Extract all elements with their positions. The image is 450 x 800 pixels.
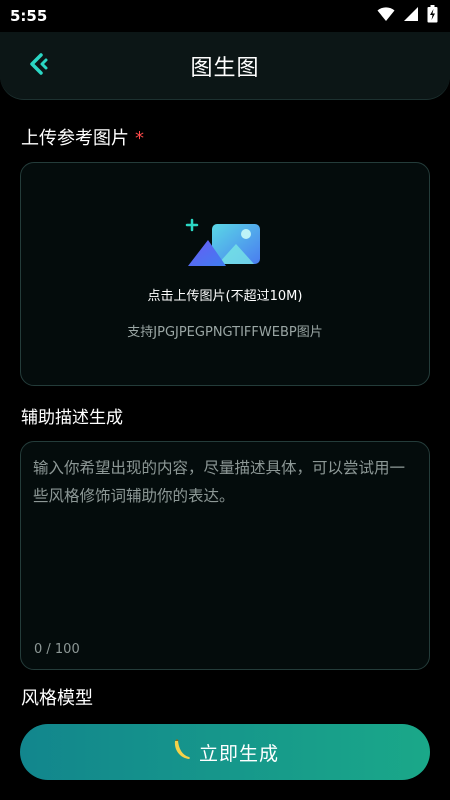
description-textarea[interactable]: 输入你希望出现的内容，尽量描述具体，可以尝试用一些风格修饰词辅助你的表达。 0 … xyxy=(20,441,430,670)
upload-section-label: 上传参考图片 * xyxy=(21,124,144,150)
description-placeholder: 输入你希望出现的内容，尽量描述具体，可以尝试用一些风格修饰词辅助你的表达。 xyxy=(33,459,406,505)
upload-format-hint: 支持JPGJPEGPNGTIFFWEBP图片 xyxy=(127,325,323,340)
status-icons xyxy=(377,5,438,27)
battery-charging-icon xyxy=(427,5,438,27)
required-mark: * xyxy=(135,128,144,149)
character-counter: 0 / 100 xyxy=(34,642,80,657)
upload-main-text: 点击上传图片(不超过10M) xyxy=(147,289,303,304)
upload-label-text: 上传参考图片 xyxy=(21,128,129,149)
style-model-label: 风格模型 xyxy=(21,688,93,709)
status-bar: 5:55 xyxy=(0,0,450,32)
add-image-icon xyxy=(184,218,266,272)
status-time: 5:55 xyxy=(10,7,48,25)
generate-button-label: 立即生成 xyxy=(198,742,279,765)
back-button[interactable] xyxy=(24,52,52,80)
generate-button[interactable]: 立即生成 xyxy=(20,724,430,780)
header: 图生图 xyxy=(0,32,450,100)
image-upload-area[interactable]: 点击上传图片(不超过10M) 支持JPGJPEGPNGTIFFWEBP图片 xyxy=(20,162,430,386)
banana-icon xyxy=(171,738,193,766)
back-chevron-icon xyxy=(27,52,49,80)
wifi-icon xyxy=(377,6,395,26)
page-title: 图生图 xyxy=(190,55,260,81)
description-label: 辅助描述生成 xyxy=(21,408,123,428)
signal-icon xyxy=(403,6,419,26)
